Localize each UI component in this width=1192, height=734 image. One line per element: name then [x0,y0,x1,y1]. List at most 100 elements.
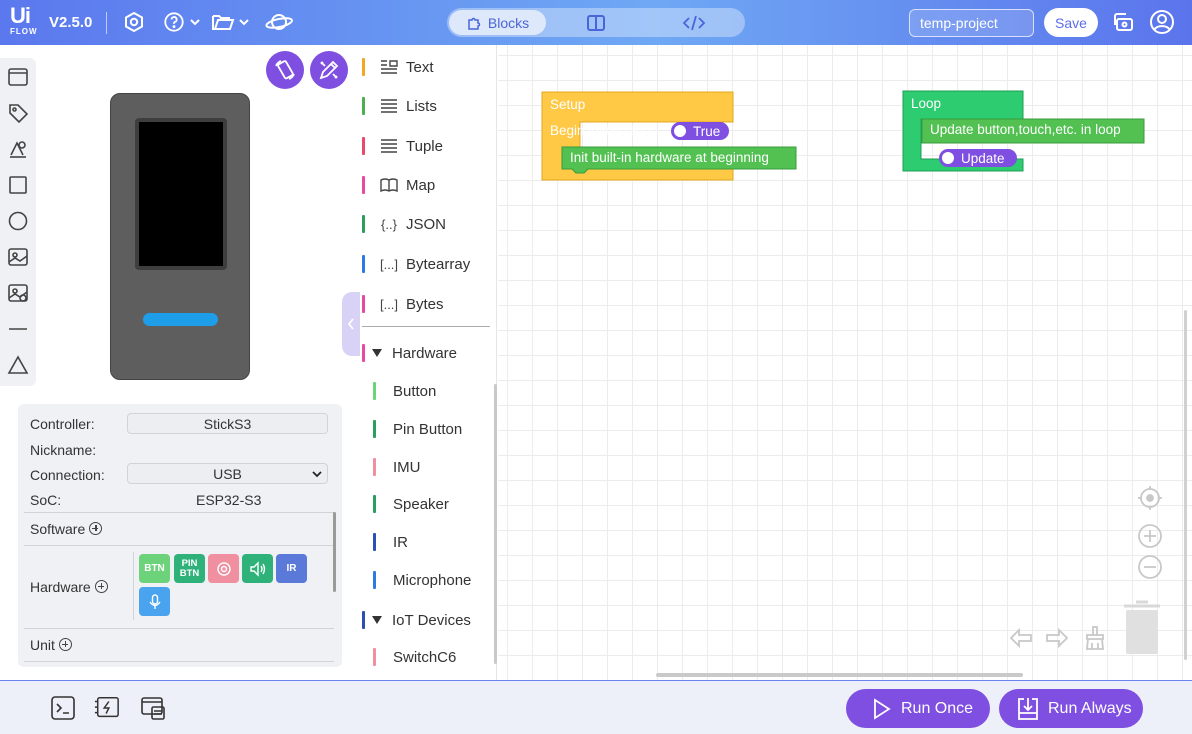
puzzle-icon [468,17,481,30]
category-color-bar [362,611,365,629]
rectangle-icon[interactable] [6,173,30,197]
hw-chip-pin-btn[interactable]: PIN BTN [174,554,205,583]
line-icon[interactable] [6,317,30,341]
category-tuple[interactable]: Tuple [362,134,443,158]
collapse-panel-button[interactable] [342,292,360,356]
category-hardware[interactable]: Hardware [362,341,457,365]
divider [24,512,334,513]
help-menu[interactable] [163,10,201,34]
category-switchc6[interactable]: SwitchC6 [373,645,456,669]
firmware-burn-icon[interactable] [94,695,120,721]
begin-init-toggle[interactable]: True [671,122,729,140]
triangle-icon[interactable] [6,353,30,377]
hw-chip-btn[interactable]: BTN [139,554,170,583]
hw-chip-speaker[interactable] [242,554,273,583]
zoom-in-button[interactable] [1136,522,1164,550]
category-imu[interactable]: IMU [373,455,421,479]
software-label: Software [30,521,86,537]
blocks-workspace[interactable]: Setup Begin initialization True Init bui… [498,45,1192,680]
update-toggle[interactable]: Update [939,149,1017,167]
trash-icon[interactable] [1122,600,1162,656]
broom-icon [1086,626,1104,650]
run-once-button[interactable]: Run Once [846,689,990,728]
category-speaker[interactable]: Speaker [373,492,449,516]
device-files-icon[interactable] [140,695,166,721]
json-icon: {..} [381,216,397,232]
image-plus-icon[interactable] [6,137,30,161]
terminal-icon[interactable] [50,695,76,721]
image-icon[interactable] [6,245,30,269]
tuple-icon [381,139,397,153]
chevron-down-icon [312,471,322,478]
category-microphone[interactable]: Microphone [373,568,471,592]
begin-init-label: Begin initialization [550,123,659,138]
category-color-bar [362,176,365,194]
run-always-button[interactable]: Run Always [999,689,1143,728]
tab-code[interactable] [645,10,743,35]
folder-menu[interactable] [211,10,250,34]
undo-button[interactable] [1008,626,1034,652]
user-avatar-icon[interactable] [1149,10,1175,34]
connection-select[interactable]: USB [127,463,328,484]
category-scrollbar[interactable] [494,384,497,664]
rotate-screen-button[interactable] [266,51,304,89]
label-icon[interactable] [6,101,30,125]
category-lists[interactable]: Lists [362,94,437,118]
hw-chip-imu[interactable] [208,554,239,583]
tab-blocks[interactable]: Blocks [449,10,546,35]
settings-icon[interactable] [122,10,146,34]
category-label: Speaker [393,495,449,513]
software-section[interactable]: Software [30,521,103,537]
category-json[interactable]: {..} JSON [362,212,446,236]
circle-icon[interactable] [6,209,30,233]
account-switch-icon[interactable] [1112,10,1136,34]
unit-section[interactable]: Unit [30,637,72,653]
crosshair-icon [1138,486,1162,510]
chevron-down-icon [239,19,249,26]
add-circle-icon[interactable] [94,580,108,593]
category-button[interactable]: Button [373,379,436,403]
toggle-label: Update [961,150,1005,166]
hardware-section[interactable]: Hardware [30,579,108,595]
info-scrollbar[interactable] [333,512,336,592]
category-bytearray[interactable]: [...] Bytearray [362,252,470,276]
folder-icon [212,15,235,30]
zoom-in-icon [1138,524,1162,548]
edit-ui-button[interactable] [310,51,348,89]
category-color-bar [373,420,376,438]
category-color-bar [362,344,365,362]
workspace-vertical-scrollbar[interactable] [1184,310,1187,660]
cleanup-button[interactable] [1082,624,1108,652]
header-divider [106,12,107,34]
chevron-left-icon [347,318,354,330]
planet-icon[interactable] [265,10,293,34]
hw-chip-microphone[interactable] [139,587,170,616]
category-map[interactable]: Map [362,173,435,197]
tab-split[interactable] [548,10,643,35]
category-iot-devices[interactable]: IoT Devices [362,608,471,632]
category-ir[interactable]: IR [373,530,408,554]
category-label: Bytearray [406,255,471,273]
category-color-bar [373,648,376,666]
image-gallery-icon[interactable] [6,281,30,305]
device-screen[interactable] [139,122,223,266]
widget-rail [0,58,36,386]
add-circle-icon[interactable] [89,522,103,535]
category-pin-button[interactable]: Pin Button [373,417,462,441]
category-text[interactable]: Text [362,55,434,79]
category-label: Bytes [406,295,444,313]
hw-chip-ir[interactable]: IR [276,554,307,583]
project-name-input[interactable] [909,9,1034,37]
save-button[interactable]: Save [1044,8,1098,37]
category-color-bar [373,458,376,476]
add-circle-icon[interactable] [58,638,72,651]
category-label: SwitchC6 [393,648,457,666]
device-button[interactable] [143,313,218,326]
category-bytes[interactable]: [...] Bytes [362,292,444,316]
recenter-button[interactable] [1136,484,1164,512]
controller-value[interactable]: StickS3 [127,413,328,434]
workspace-horizontal-scrollbar[interactable] [656,673,1023,677]
redo-button[interactable] [1044,626,1070,652]
zoom-out-button[interactable] [1136,553,1164,581]
page-icon[interactable] [6,65,30,89]
